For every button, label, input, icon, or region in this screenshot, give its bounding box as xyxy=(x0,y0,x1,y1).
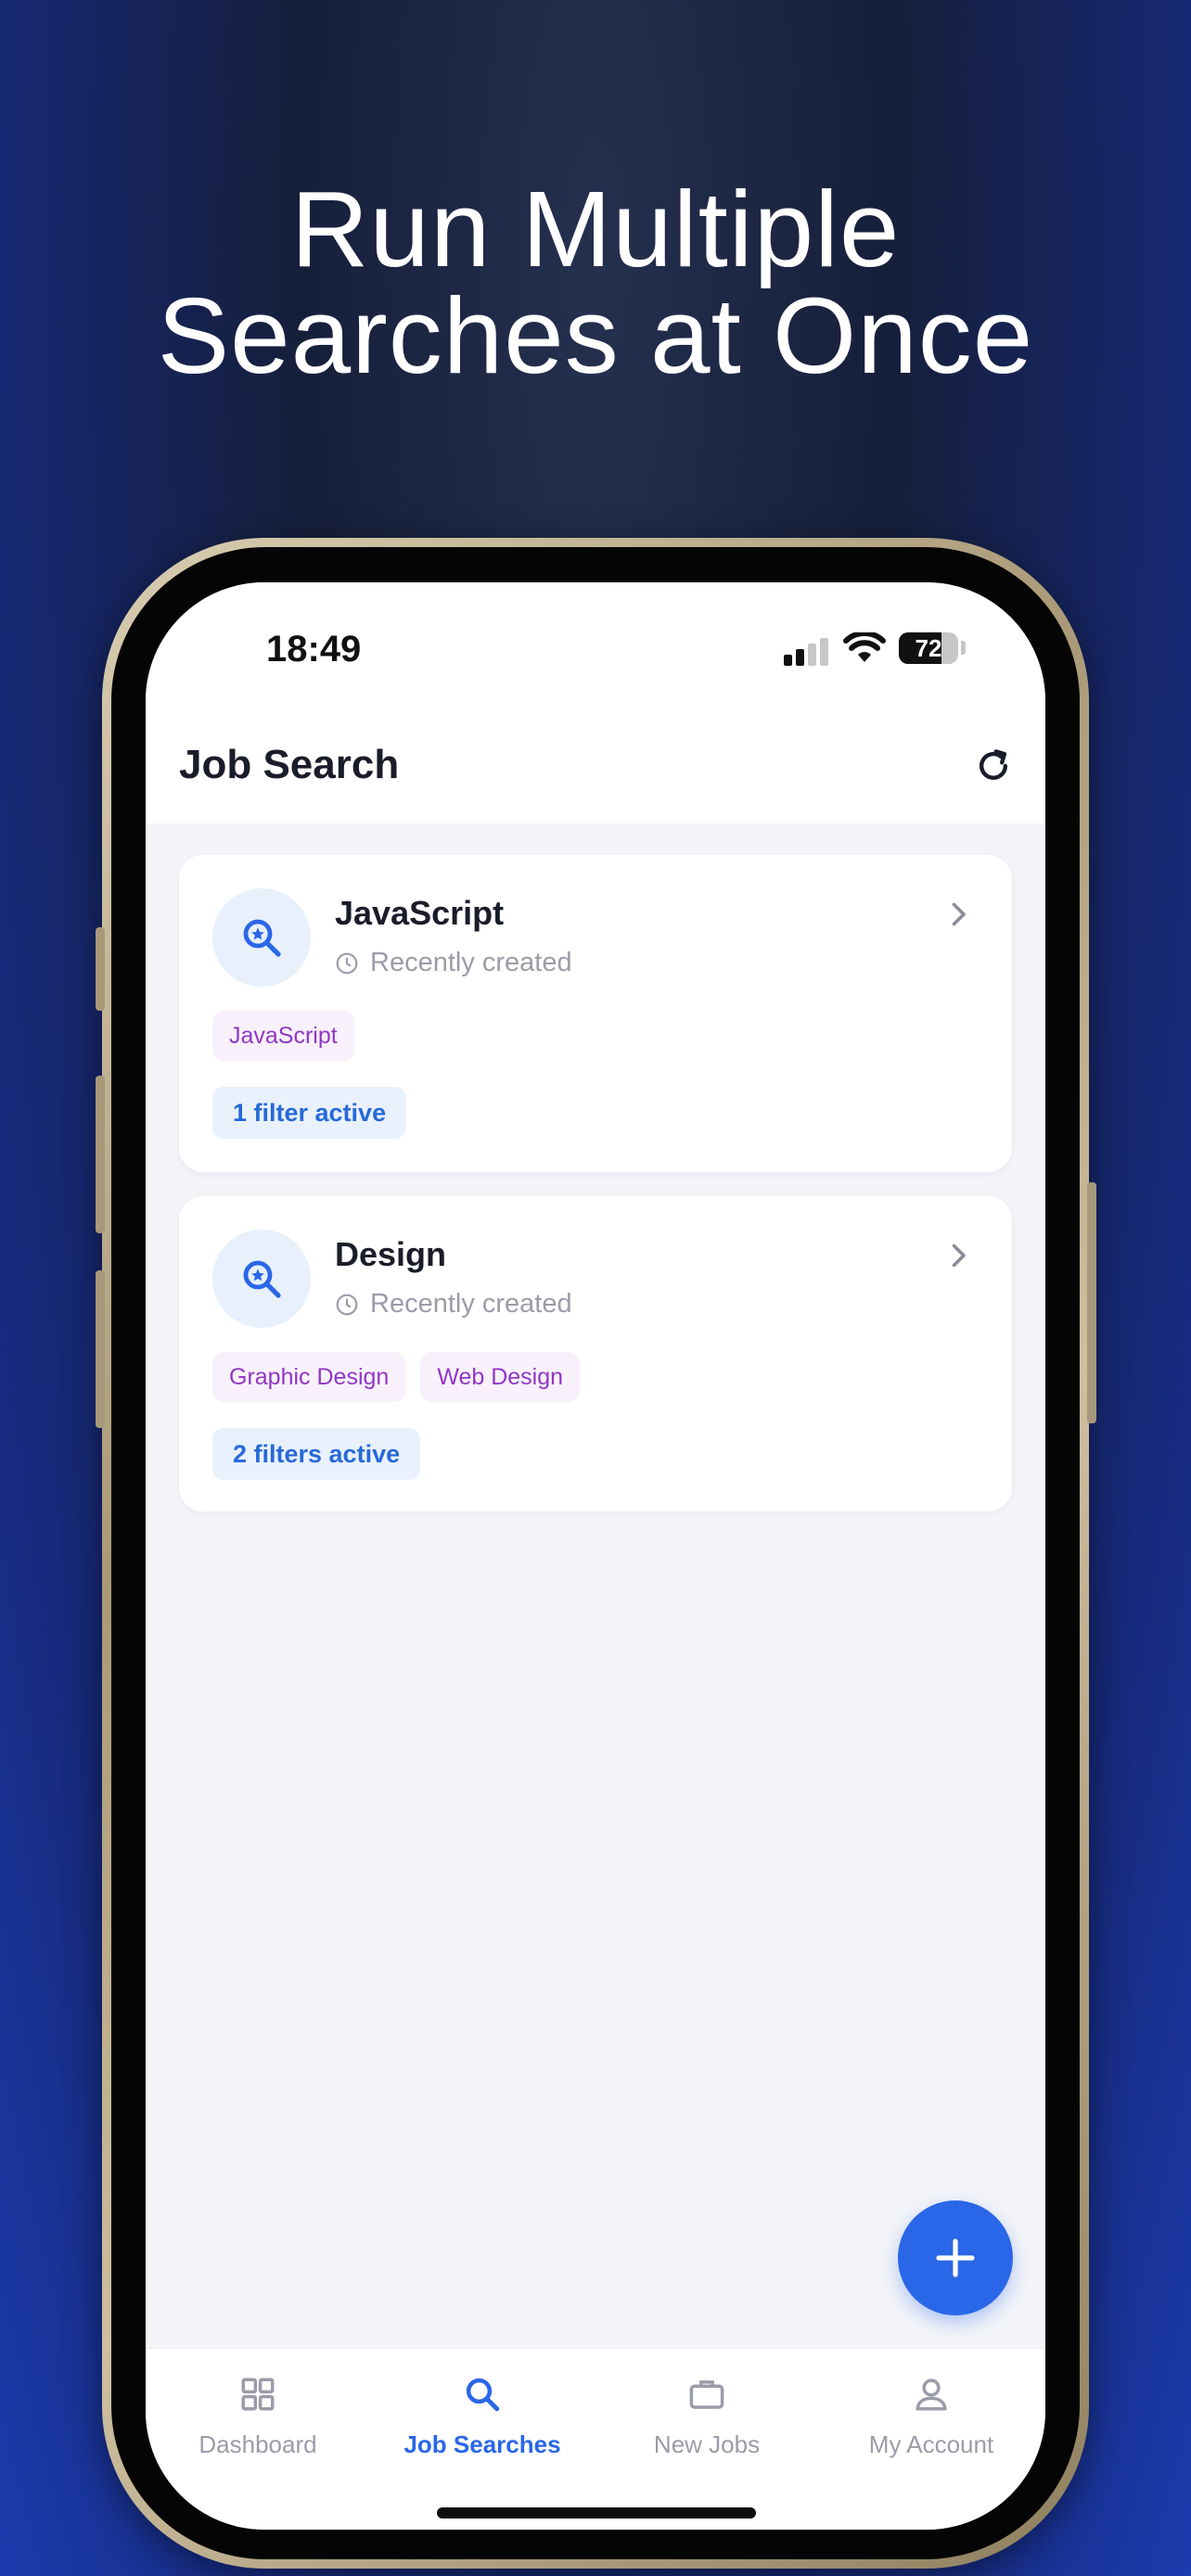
grid-icon xyxy=(241,2378,275,2411)
phone-power-button xyxy=(1087,1182,1096,1423)
phone-screen: 18:49 72 Job Search JavaScript Recently … xyxy=(146,582,1045,2530)
add-search-button[interactable] xyxy=(898,2200,1013,2315)
refresh-icon xyxy=(979,749,1008,780)
chevron-right-icon[interactable] xyxy=(941,898,975,931)
user-icon xyxy=(916,2378,947,2411)
plus-icon xyxy=(936,2238,975,2277)
tab-label: Dashboard xyxy=(198,2430,317,2458)
promo-headline-line2: Searches at Once xyxy=(157,275,1034,396)
search-subtitle: Recently created xyxy=(370,1289,572,1319)
app-header: Job Search xyxy=(146,703,1045,823)
cellular-signal-icon xyxy=(784,636,830,666)
search-star-icon xyxy=(212,1230,311,1328)
search-card-javascript[interactable]: JavaScript Recently created JavaScript 1… xyxy=(179,855,1012,1172)
briefcase-icon xyxy=(689,2380,724,2409)
search-title: JavaScript xyxy=(335,894,505,932)
filter-count-badge: 2 filters active xyxy=(212,1428,421,1480)
chevron-right-icon[interactable] xyxy=(941,1239,975,1272)
tag-chip: Graphic Design xyxy=(212,1352,406,1402)
tag-chip: Web Design xyxy=(420,1352,581,1402)
promo-headline-line1: Run Multiple xyxy=(290,169,901,289)
filter-count-badge: 1 filter active xyxy=(212,1087,407,1139)
tab-my-account[interactable]: My Account xyxy=(819,2349,1044,2530)
promo-headline: Run Multiple Searches at Once xyxy=(0,169,1191,396)
tag-list: Graphic Design Web Design xyxy=(212,1352,581,1402)
tab-job-searches[interactable]: Job Searches xyxy=(370,2349,595,2530)
tag-chip: JavaScript xyxy=(212,1011,354,1061)
page-title: Job Search xyxy=(179,742,400,787)
tab-new-jobs[interactable]: New Jobs xyxy=(595,2349,819,2530)
clock-icon xyxy=(336,1294,358,1316)
search-title: Design xyxy=(335,1235,447,1273)
wifi-icon xyxy=(843,632,886,662)
status-bar: 18:49 72 xyxy=(146,582,1045,703)
tab-dashboard[interactable]: Dashboard xyxy=(146,2349,370,2530)
battery-icon: 72 xyxy=(899,632,958,664)
clock-icon xyxy=(336,952,358,975)
tab-label: Job Searches xyxy=(403,2430,561,2458)
search-card-design[interactable]: Design Recently created Graphic Design W… xyxy=(179,1196,1012,1511)
phone-silent-switch xyxy=(96,927,105,1011)
search-star-icon xyxy=(212,888,311,987)
bottom-tab-bar: Dashboard Job Searches New Jobs My Accou… xyxy=(146,2348,1045,2530)
home-indicator xyxy=(437,2507,756,2519)
battery-level: 72 xyxy=(915,634,942,662)
phone-volume-down xyxy=(96,1270,105,1428)
status-time: 18:49 xyxy=(266,629,362,670)
phone-volume-up xyxy=(96,1076,105,1233)
tag-list: JavaScript xyxy=(212,1011,354,1061)
battery-tip xyxy=(961,641,966,655)
search-subtitle: Recently created xyxy=(370,948,572,977)
tab-label: New Jobs xyxy=(653,2430,761,2458)
refresh-button[interactable] xyxy=(973,746,1019,792)
search-icon xyxy=(466,2378,500,2412)
tab-label: My Account xyxy=(868,2430,994,2458)
